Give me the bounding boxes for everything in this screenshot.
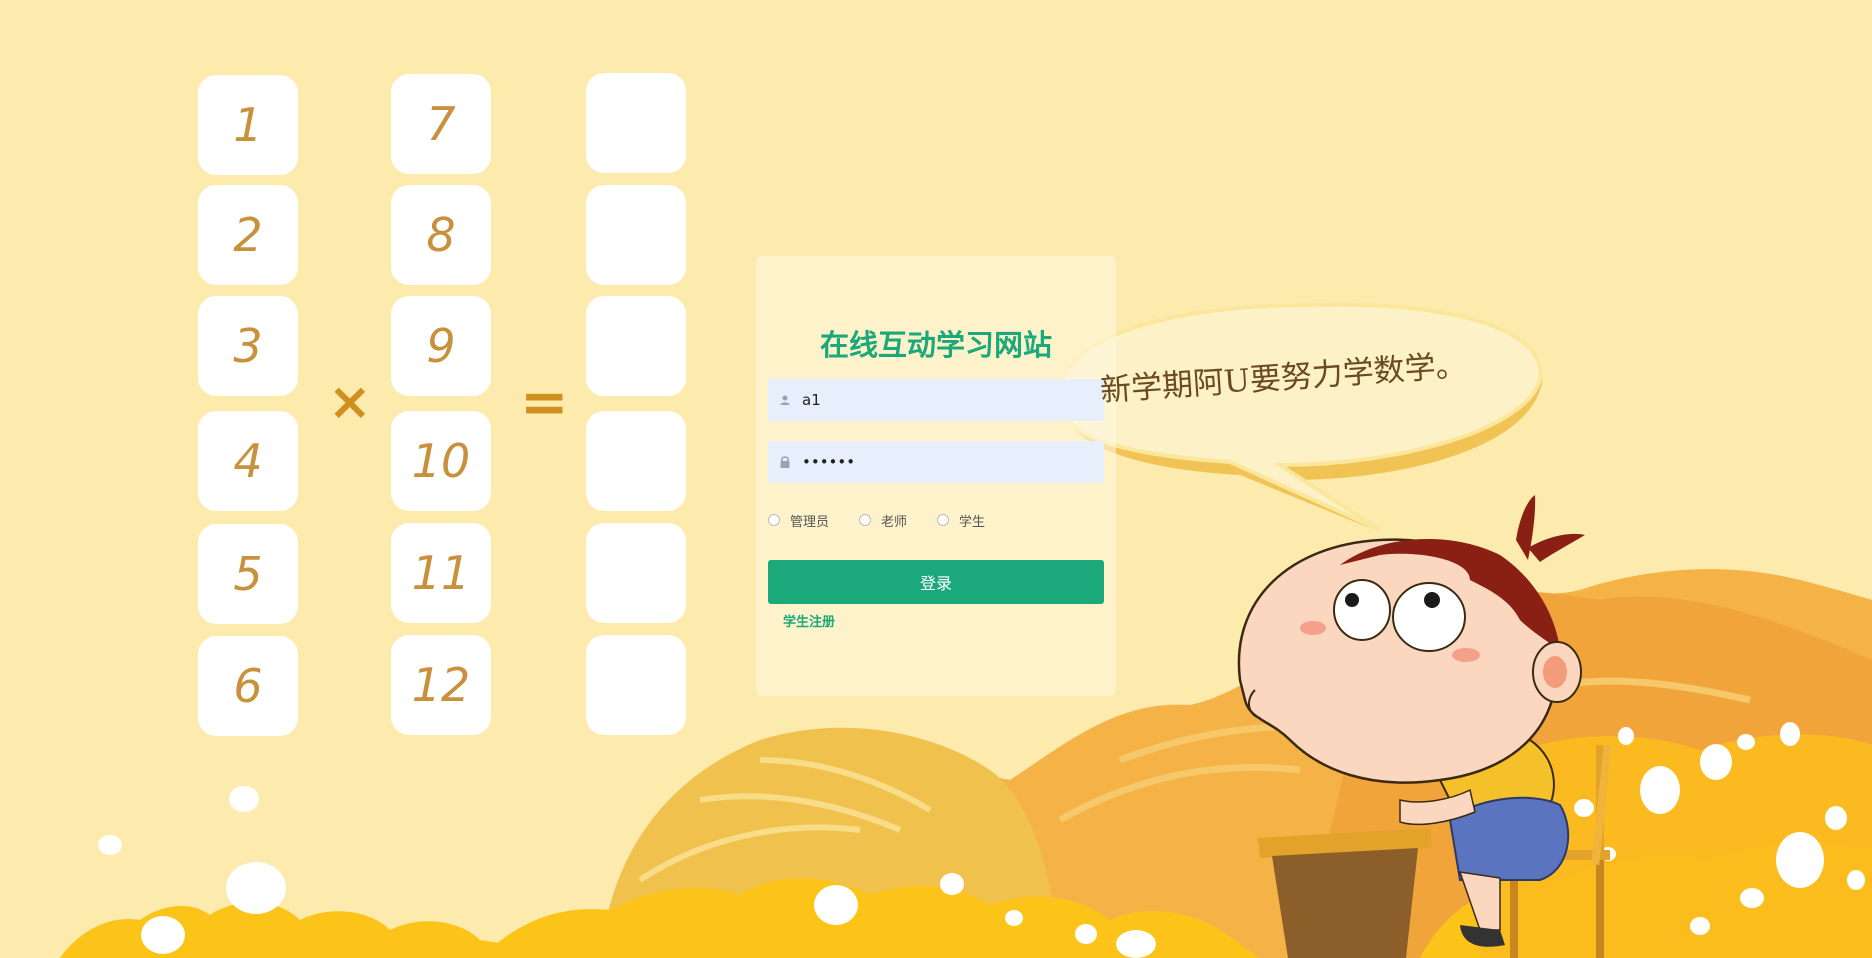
- number-card: 7: [391, 74, 491, 174]
- number-label: 3: [233, 319, 263, 373]
- number-label: 7: [426, 97, 456, 151]
- answer-box[interactable]: [586, 523, 686, 623]
- role-option-student[interactable]: 学生: [937, 511, 985, 530]
- number-label: 9: [426, 319, 456, 373]
- login-page: 1 2 3 4 5 6 × 7 8 9 10 11 12 = 在线互动学习网站: [0, 0, 1872, 958]
- equals-symbol: =: [520, 368, 569, 436]
- site-title: 在线互动学习网站: [819, 328, 1052, 362]
- number-label: 5: [233, 547, 263, 601]
- role-label: 老师: [881, 514, 908, 530]
- number-card: 11: [391, 523, 491, 623]
- number-label: 12: [411, 658, 471, 712]
- number-card: 4: [198, 411, 298, 511]
- role-label: 学生: [959, 514, 986, 530]
- role-option-teacher[interactable]: 老师: [859, 511, 907, 530]
- username-field[interactable]: [768, 379, 1104, 421]
- radio-button[interactable]: [859, 514, 872, 526]
- number-label: 4: [233, 434, 263, 488]
- role-selector: 管理员 老师 学生: [768, 510, 1015, 530]
- answer-box[interactable]: [586, 296, 686, 396]
- number-card: 12: [391, 635, 491, 735]
- radio-button[interactable]: [768, 514, 780, 526]
- number-label: 11: [411, 546, 471, 600]
- number-label: 10: [411, 434, 471, 488]
- role-option-admin[interactable]: 管理员: [768, 511, 829, 530]
- answer-box[interactable]: [586, 185, 686, 285]
- answer-box[interactable]: [586, 73, 686, 173]
- number-card: 8: [391, 185, 491, 285]
- radio-button[interactable]: [937, 514, 950, 526]
- answer-box[interactable]: [586, 411, 686, 511]
- number-label: 2: [233, 208, 263, 262]
- number-label: 1: [233, 98, 263, 152]
- username-input[interactable]: [800, 390, 1094, 410]
- number-card: 10: [391, 411, 491, 511]
- times-symbol: ×: [328, 372, 372, 432]
- login-button[interactable]: 登录: [768, 560, 1104, 604]
- number-label: 8: [426, 208, 456, 262]
- student-register-link[interactable]: 学生注册: [783, 611, 835, 630]
- number-card: 3: [198, 296, 298, 396]
- answer-box[interactable]: [586, 635, 686, 735]
- lock-icon: [778, 455, 792, 469]
- number-card: 9: [391, 296, 491, 396]
- number-card: 6: [198, 636, 298, 736]
- number-card: 5: [198, 524, 298, 624]
- number-label: 6: [233, 659, 263, 713]
- number-card: 2: [198, 185, 298, 285]
- role-label: 管理员: [790, 514, 830, 530]
- number-card: 1: [198, 75, 298, 175]
- password-field[interactable]: [768, 441, 1104, 483]
- user-icon: [778, 393, 792, 407]
- password-input[interactable]: [800, 452, 1094, 472]
